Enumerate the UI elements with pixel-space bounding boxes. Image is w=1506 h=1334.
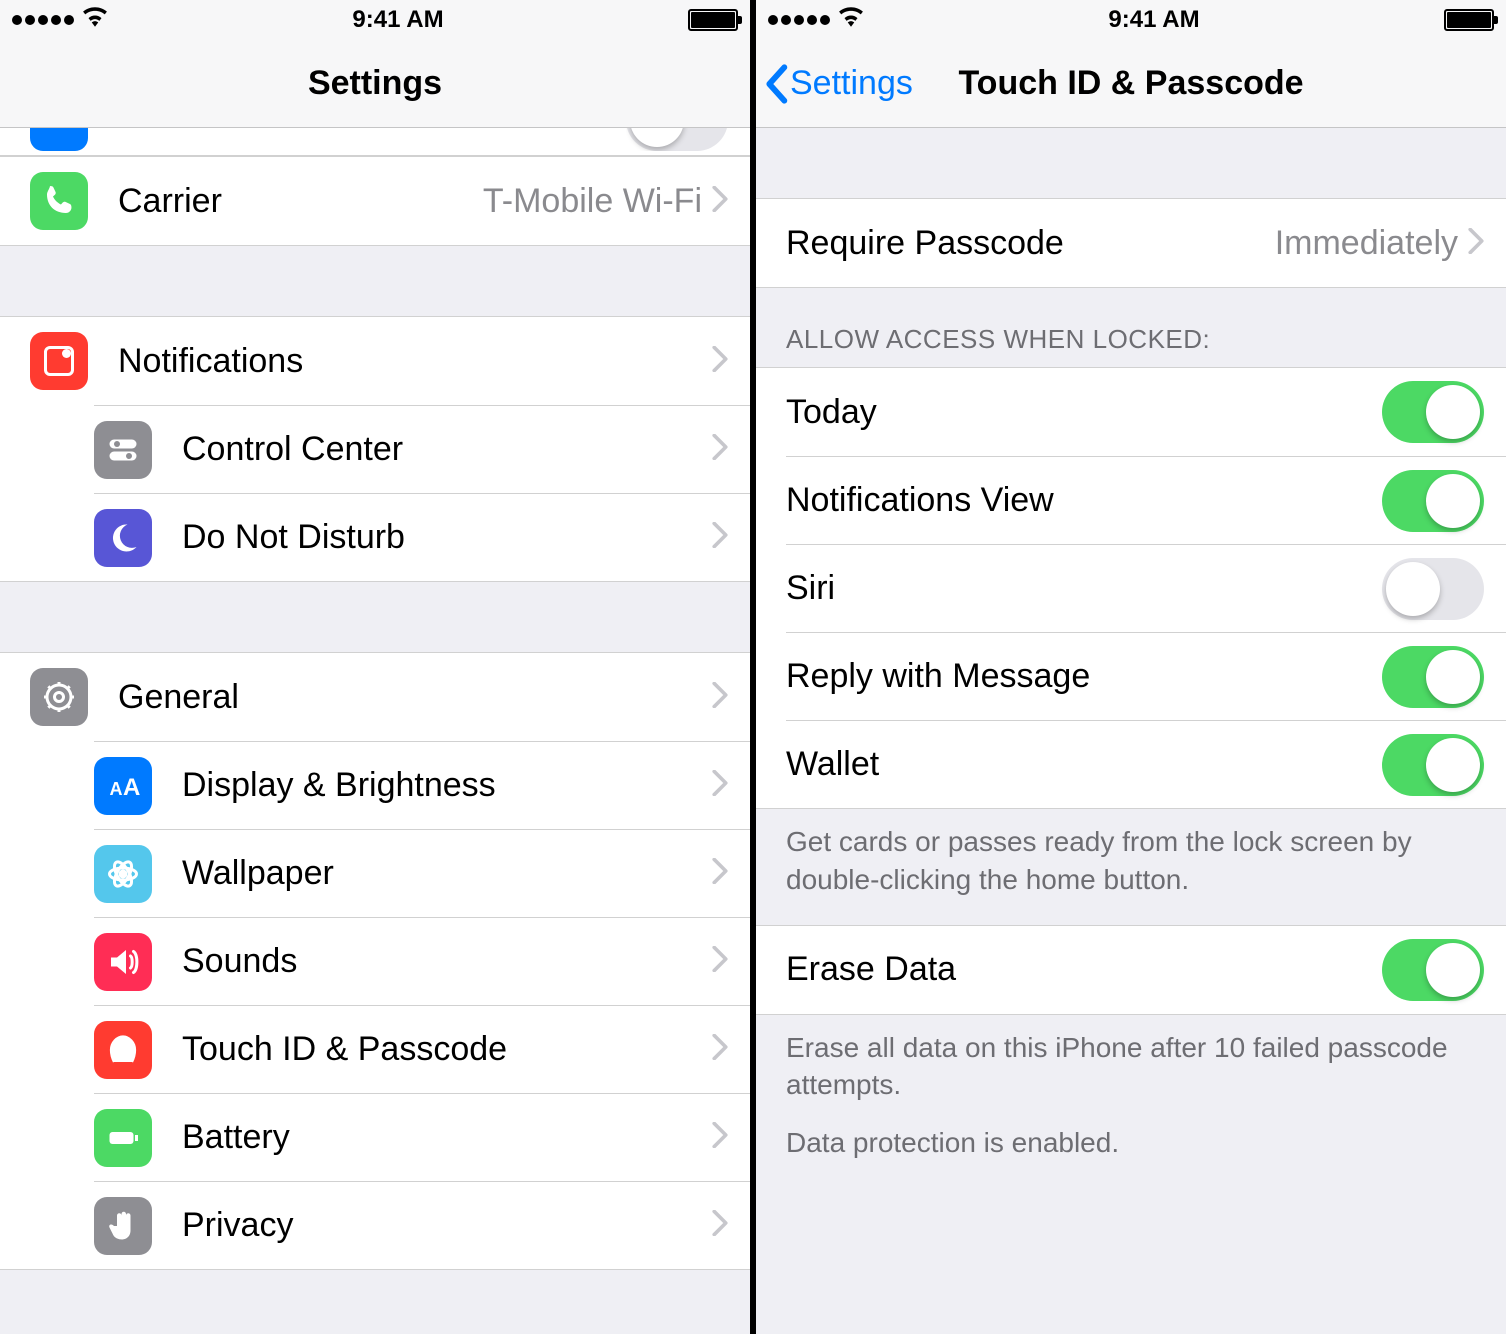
- cell-sounds[interactable]: Sounds: [94, 917, 750, 1005]
- gear-icon: [30, 668, 88, 726]
- cell-dnd[interactable]: Do Not Disturb: [94, 493, 750, 581]
- erase-data-toggle[interactable]: [1382, 939, 1484, 1001]
- cell-privacy[interactable]: Privacy: [94, 1181, 750, 1269]
- cell-display[interactable]: AA Display & Brightness: [94, 741, 750, 829]
- chevron-right-icon: [712, 522, 728, 553]
- battery-label: Battery: [182, 1118, 712, 1157]
- cell-siri: Siri: [786, 544, 1506, 632]
- partial-toggle[interactable]: [626, 128, 728, 151]
- battery-icon: [688, 9, 738, 31]
- erase-footer-line1: Erase all data on this iPhone after 10 f…: [786, 1029, 1476, 1105]
- touch-id-passcode-screen: 9:41 AM Settings Touch ID & Passcode Req…: [756, 0, 1506, 1334]
- cell-notifications-view: Notifications View: [786, 456, 1506, 544]
- wallet-label: Wallet: [786, 745, 1382, 784]
- sounds-label: Sounds: [182, 942, 712, 981]
- nav-bar: Settings: [0, 40, 750, 128]
- privacy-label: Privacy: [182, 1206, 712, 1245]
- chevron-right-icon: [712, 1210, 728, 1241]
- notifications-view-label: Notifications View: [786, 481, 1382, 520]
- signal-strength-icon: [12, 15, 74, 25]
- erase-footer: Erase all data on this iPhone after 10 f…: [756, 1015, 1506, 1188]
- chevron-right-icon: [712, 858, 728, 889]
- require-passcode-label: Require Passcode: [786, 224, 1275, 263]
- carrier-value: T-Mobile Wi-Fi: [483, 182, 702, 221]
- cell-battery[interactable]: Battery: [94, 1093, 750, 1181]
- wallet-toggle[interactable]: [1382, 734, 1484, 796]
- signal-strength-icon: [768, 15, 830, 25]
- wallet-footer: Get cards or passes ready from the lock …: [756, 809, 1506, 925]
- phone-icon: [30, 172, 88, 230]
- passcode-settings-list[interactable]: Require Passcode Immediately ALLOW ACCES…: [756, 128, 1506, 1334]
- reply-message-toggle[interactable]: [1382, 646, 1484, 708]
- control-center-icon: [94, 421, 152, 479]
- erase-data-label: Erase Data: [786, 950, 1382, 989]
- chevron-right-icon: [712, 682, 728, 713]
- chevron-right-icon: [712, 346, 728, 377]
- back-label: Settings: [790, 64, 913, 103]
- cell-wallet: Wallet: [786, 720, 1506, 808]
- cell-general[interactable]: General: [0, 653, 750, 741]
- touchid-label: Touch ID & Passcode: [182, 1030, 712, 1069]
- reply-message-label: Reply with Message: [786, 657, 1382, 696]
- chevron-right-icon: [712, 770, 728, 801]
- cell-require-passcode[interactable]: Require Passcode Immediately: [756, 199, 1506, 287]
- settings-screen: 9:41 AM Settings Carrier T-Mobile Wi-Fi: [0, 0, 750, 1334]
- flower-icon: [94, 845, 152, 903]
- siri-toggle[interactable]: [1382, 558, 1484, 620]
- chevron-right-icon: [1468, 228, 1484, 259]
- status-bar: 9:41 AM: [756, 0, 1506, 40]
- siri-label: Siri: [786, 569, 1382, 608]
- chevron-right-icon: [712, 186, 728, 217]
- speaker-icon: [94, 933, 152, 991]
- notifications-label: Notifications: [118, 342, 712, 381]
- chevron-right-icon: [712, 946, 728, 977]
- bluetooth-icon: [30, 128, 88, 151]
- control-center-label: Control Center: [182, 430, 712, 469]
- today-label: Today: [786, 393, 1382, 432]
- dnd-label: Do Not Disturb: [182, 518, 712, 557]
- wifi-icon: [82, 6, 108, 34]
- chevron-right-icon: [712, 434, 728, 465]
- wallpaper-label: Wallpaper: [182, 854, 712, 893]
- general-label: General: [118, 678, 712, 717]
- notifications-icon: [30, 332, 88, 390]
- today-toggle[interactable]: [1382, 381, 1484, 443]
- cell-notifications[interactable]: Notifications: [0, 317, 750, 405]
- nav-bar: Settings Touch ID & Passcode: [756, 40, 1506, 128]
- hand-icon: [94, 1197, 152, 1255]
- cell-wallpaper[interactable]: Wallpaper: [94, 829, 750, 917]
- fingerprint-icon: [94, 1021, 152, 1079]
- cell-touchid[interactable]: Touch ID & Passcode: [94, 1005, 750, 1093]
- svg-text:A: A: [110, 779, 123, 799]
- text-size-icon: AA: [94, 757, 152, 815]
- battery-icon: [94, 1109, 152, 1167]
- section-header-allow-access: ALLOW ACCESS WHEN LOCKED:: [756, 288, 1506, 367]
- chevron-right-icon: [712, 1122, 728, 1153]
- wifi-icon: [838, 6, 864, 34]
- nav-title: Settings: [308, 64, 442, 103]
- status-time: 9:41 AM: [1108, 6, 1199, 34]
- cell-today: Today: [756, 368, 1506, 456]
- erase-footer-line2: Data protection is enabled.: [786, 1124, 1476, 1162]
- display-label: Display & Brightness: [182, 766, 712, 805]
- partial-prev-row: [756, 128, 1506, 138]
- status-time: 9:41 AM: [352, 6, 443, 34]
- back-button[interactable]: Settings: [764, 64, 913, 104]
- battery-icon: [1444, 9, 1494, 31]
- cell-reply-message: Reply with Message: [786, 632, 1506, 720]
- notifications-view-toggle[interactable]: [1382, 470, 1484, 532]
- nav-title: Touch ID & Passcode: [958, 64, 1303, 103]
- chevron-right-icon: [712, 1034, 728, 1065]
- require-passcode-value: Immediately: [1275, 224, 1458, 263]
- carrier-label: Carrier: [118, 182, 483, 221]
- partial-row: [0, 128, 750, 156]
- status-bar: 9:41 AM: [0, 0, 750, 40]
- cell-control-center[interactable]: Control Center: [94, 405, 750, 493]
- moon-icon: [94, 509, 152, 567]
- cell-erase-data: Erase Data: [756, 926, 1506, 1014]
- cell-carrier[interactable]: Carrier T-Mobile Wi-Fi: [0, 157, 750, 245]
- svg-text:A: A: [123, 774, 140, 801]
- settings-list[interactable]: Carrier T-Mobile Wi-Fi Notifications Con…: [0, 128, 750, 1334]
